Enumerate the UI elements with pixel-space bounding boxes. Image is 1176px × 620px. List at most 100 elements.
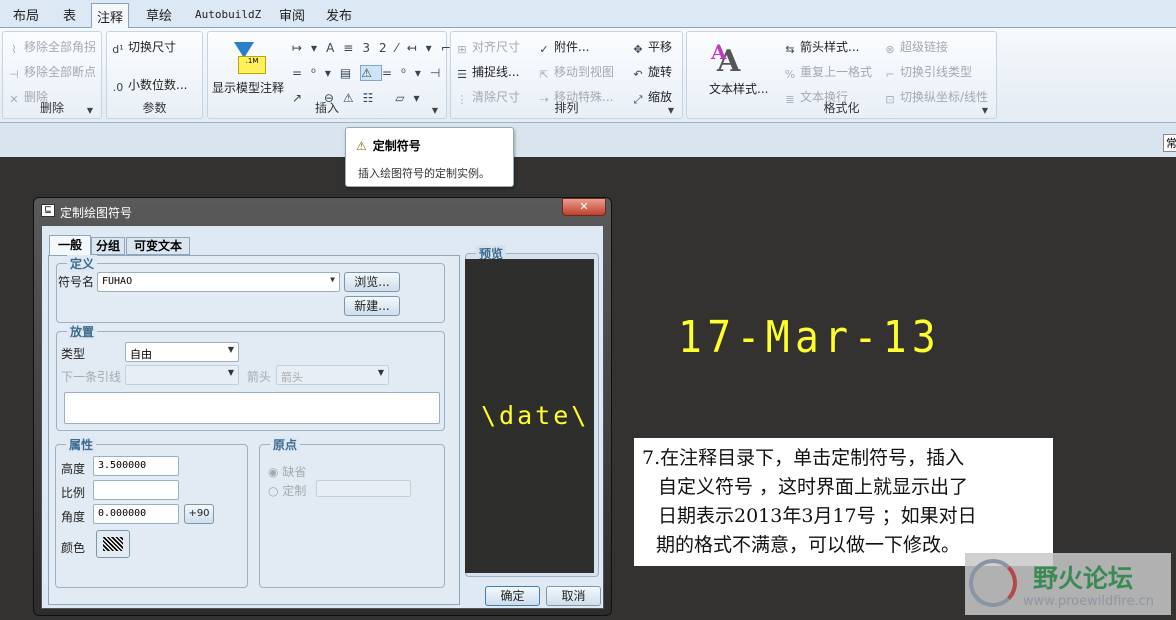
dimension-toggle-icon: d¹: [112, 43, 124, 56]
angle-label: 角度: [61, 510, 86, 524]
color-label: 颜色: [61, 541, 86, 555]
remove-all-jogs-button[interactable]: ⌇ 移除全部角拐: [7, 38, 96, 57]
chevron-down-icon: ▼: [377, 368, 384, 377]
placement-section: 放置 类型 自由 ▼ 下一条引线 ▼ 箭头 箭头 ▼: [56, 323, 445, 431]
label: 重复上一格式: [800, 65, 873, 79]
radio-checked-icon: ◉: [268, 465, 279, 479]
label: 定制: [282, 484, 307, 498]
symbol-preview: \date\: [465, 259, 594, 573]
tab-review[interactable]: 审阅: [279, 5, 305, 24]
decimal-places-button[interactable]: .0 小数位数...: [111, 76, 188, 95]
next-leader-select[interactable]: ▼: [125, 365, 239, 385]
label: 移除全部角拐: [24, 40, 97, 54]
translate-button[interactable]: ✥ 平移: [631, 38, 672, 57]
origin-custom-input[interactable]: [316, 480, 411, 497]
group-expand-icon[interactable]: ▼: [432, 106, 438, 115]
date-symbol-on-canvas[interactable]: 17-Mar-13: [678, 312, 941, 363]
scale-label: 比例: [61, 486, 86, 500]
origin-custom-radio[interactable]: ○ 定制: [268, 482, 306, 499]
label: 移动到视图: [554, 65, 615, 79]
align-icon: ⊞: [457, 43, 467, 56]
group-insert: .1M 显示模型注释 ↦▾A≡32⁄↤▾⌐ =⁰▾▤⚠=⁰▾⊣ ↗ ⊖⚠☷ ▱▾ 插…: [207, 31, 451, 119]
label: 旋转: [648, 65, 673, 79]
break-icon: ⊣: [9, 68, 19, 81]
angle-input[interactable]: 0.000000: [93, 504, 179, 524]
section-title: 属性: [66, 436, 97, 453]
ok-button[interactable]: 确定: [485, 586, 540, 606]
show-model-annotations-icon: .1M: [230, 42, 266, 76]
group-params: d¹ 切换尺寸 .0 小数位数... 参数: [106, 31, 203, 119]
text-style-icon: AA: [711, 40, 741, 79]
value: 箭头: [281, 371, 303, 384]
tab-general[interactable]: 一般: [49, 235, 91, 255]
label: 箭头样式...: [800, 40, 860, 54]
repeat-format-icon: %: [784, 68, 796, 81]
rotate-90-button[interactable]: +90: [184, 504, 214, 524]
group-expand-icon[interactable]: ▼: [668, 106, 674, 115]
tab-sketch[interactable]: 草绘: [146, 5, 172, 24]
tab-group[interactable]: 分组: [91, 237, 125, 255]
section-title: 放置: [67, 323, 98, 340]
tab-publish[interactable]: 发布: [326, 5, 352, 24]
symbol-name-select[interactable]: FUHAO ▼: [97, 272, 340, 292]
group-format: AA 文本样式... ⇆ 箭头样式... % 重复上一格式 ≣ 文本换行 ⊗ 超级链接 …: [686, 31, 997, 119]
cancel-button[interactable]: 取消: [546, 586, 601, 606]
scale-input[interactable]: [93, 480, 179, 500]
height-input[interactable]: 3.500000: [93, 456, 179, 476]
rotate-icon: ↶: [633, 68, 643, 81]
group-delete: ⌇ 移除全部角拐 ⊣ 移除全部断点 ✕ 删除 删除 ▼: [2, 31, 102, 119]
attributes-section: 属性 高度 3.500000 比例 角度 0.000000 +90 颜色: [55, 436, 248, 588]
tab-variable-text[interactable]: 可变文本: [126, 237, 190, 255]
next-leader-label: 下一条引线: [61, 370, 122, 384]
move-to-view-button[interactable]: ⇱ 移动到视图: [537, 63, 614, 82]
color-picker-button[interactable]: [96, 530, 130, 558]
move-view-icon: ⇱: [539, 68, 549, 81]
leader-list[interactable]: [64, 392, 440, 424]
tab-table[interactable]: 表: [63, 5, 76, 24]
label: 切换引线类型: [900, 65, 973, 79]
chevron-down-icon: ▼: [227, 345, 234, 354]
decimal-icon: .0: [112, 81, 124, 94]
value: FUHAO: [102, 276, 133, 287]
repeat-format-button[interactable]: % 重复上一格式: [783, 63, 872, 82]
browse-button[interactable]: 浏览...: [344, 272, 400, 292]
attachment-button[interactable]: ✓ 附件...: [537, 38, 589, 57]
new-button[interactable]: 新建...: [344, 296, 400, 316]
section-title: 原点: [270, 436, 301, 453]
tab-autobuildz[interactable]: AutobuildZ: [195, 8, 261, 21]
view-selector[interactable]: 常: [1163, 134, 1176, 152]
height-label: 高度: [61, 462, 86, 476]
arrow-select[interactable]: 箭头 ▼: [276, 365, 389, 385]
tab-layout[interactable]: 布局: [13, 5, 39, 24]
label: 附件...: [554, 40, 590, 54]
type-select[interactable]: 自由 ▼: [125, 342, 239, 362]
origin-default-radio[interactable]: ◉ 缺省: [268, 463, 306, 480]
rotate-button[interactable]: ↶ 旋转: [631, 63, 672, 82]
close-button[interactable]: ✕: [562, 198, 606, 216]
tab-annotate[interactable]: 注释: [91, 3, 130, 29]
group-expand-icon[interactable]: ▼: [982, 106, 988, 115]
arrow-style-button[interactable]: ⇆ 箭头样式...: [783, 38, 859, 57]
chevron-down-icon: ▼: [330, 275, 335, 284]
custom-symbol-icon[interactable]: ⚠: [360, 65, 382, 81]
snap-line-icon: ☰: [457, 68, 467, 81]
group-expand-icon[interactable]: ▼: [87, 106, 93, 115]
show-model-annotations-button[interactable]: 显示模型注释: [212, 79, 284, 96]
annotation-box: 7.在注释目录下，单击定制符号，插入 自定义符号 ，这时界面上就显示出了 日期表…: [634, 438, 1053, 566]
watermark-name: 野火论坛: [1033, 564, 1134, 593]
group-label: 参数: [142, 101, 167, 115]
group-label: 插入: [314, 101, 339, 115]
snap-line-button[interactable]: ☰ 捕捉线...: [455, 63, 519, 82]
toggle-dimension-button[interactable]: d¹ 切换尺寸: [111, 38, 176, 57]
symbol-name-label: 符号名: [58, 275, 95, 289]
toggle-leader-type-button[interactable]: ⌐ 切换引线类型: [883, 63, 972, 82]
hyperlink-button[interactable]: ⊗ 超级链接: [883, 38, 948, 57]
arrow-style-icon: ⇆: [785, 43, 795, 56]
definition-section: 定义 符号名 FUHAO ▼ 浏览... 新建...: [56, 255, 445, 323]
remove-all-breaks-button[interactable]: ⊣ 移除全部断点: [7, 63, 96, 82]
preview-text: \date\: [481, 401, 590, 430]
text-style-button[interactable]: 文本样式...: [709, 80, 768, 97]
align-dimensions-button[interactable]: ⊞ 对齐尺寸: [455, 38, 520, 57]
group-label: 格式化: [823, 101, 860, 115]
group-arrange: ⊞ 对齐尺寸 ☰ 捕捉线... ⋮ 清除尺寸 ✓ 附件... ⇱ 移动到视图 ⇢ 移动特殊.…: [450, 31, 683, 119]
